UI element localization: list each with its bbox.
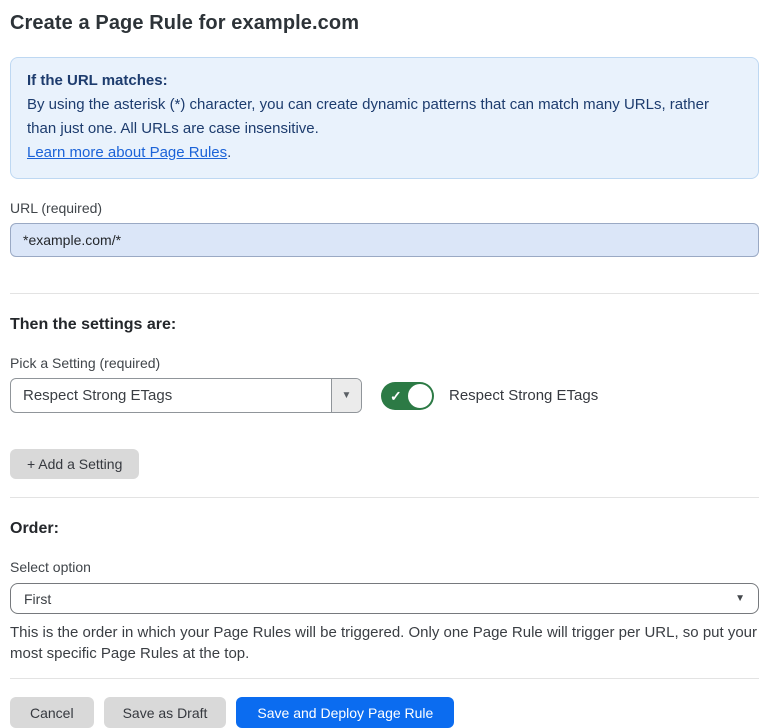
- setting-row: Respect Strong ETags ▼ ✓ Respect Strong …: [10, 378, 759, 413]
- chevron-down-icon: ▼: [735, 593, 745, 604]
- order-select[interactable]: First ▼: [10, 583, 759, 614]
- check-icon: ✓: [390, 389, 402, 403]
- order-section-heading: Order:: [10, 520, 759, 538]
- footer-divider: [10, 678, 759, 679]
- setting-toggle[interactable]: ✓: [381, 382, 434, 410]
- section-divider: [10, 293, 759, 294]
- url-match-info-box: If the URL matches: By using the asteris…: [10, 57, 759, 179]
- save-and-deploy-button[interactable]: Save and Deploy Page Rule: [236, 697, 454, 728]
- section-divider: [10, 497, 759, 498]
- info-box-link-line: Learn more about Page Rules.: [27, 141, 742, 165]
- setting-select-value: Respect Strong ETags: [11, 379, 331, 412]
- actions-row: Cancel Save as Draft Save and Deploy Pag…: [10, 697, 759, 728]
- chevron-down-icon: ▼: [342, 390, 352, 401]
- setting-select[interactable]: Respect Strong ETags ▼: [10, 378, 362, 413]
- save-as-draft-button[interactable]: Save as Draft: [104, 697, 227, 728]
- order-select-value: First: [24, 591, 51, 607]
- setting-picker-label: Pick a Setting (required): [10, 355, 759, 371]
- toggle-label: Respect Strong ETags: [449, 387, 598, 404]
- info-box-body: By using the asterisk (*) character, you…: [27, 93, 742, 141]
- url-field-label: URL (required): [10, 200, 759, 216]
- link-period: .: [227, 144, 231, 161]
- cancel-button[interactable]: Cancel: [10, 697, 94, 728]
- order-select-label: Select option: [10, 559, 759, 575]
- url-input[interactable]: [10, 223, 759, 257]
- learn-more-link[interactable]: Learn more about Page Rules: [27, 144, 227, 161]
- add-setting-button[interactable]: + Add a Setting: [10, 449, 139, 479]
- order-help-text: This is the order in which your Page Rul…: [10, 622, 759, 664]
- settings-section-heading: Then the settings are:: [10, 316, 759, 334]
- setting-select-arrow-button[interactable]: ▼: [331, 379, 361, 412]
- page-title: Create a Page Rule for example.com: [10, 0, 759, 35]
- toggle-knob: [407, 383, 433, 409]
- info-box-heading: If the URL matches:: [27, 69, 742, 93]
